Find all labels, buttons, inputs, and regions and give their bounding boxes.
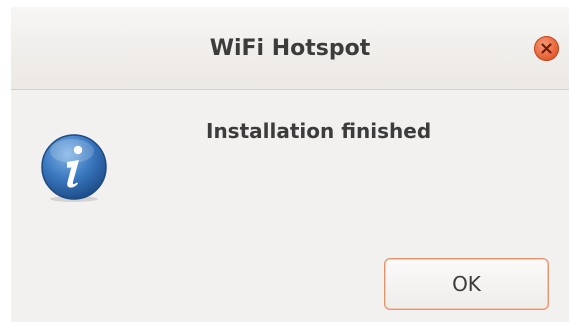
dialog-window: WiFi Hotspot Installation finished OK: [11, 7, 569, 322]
window-title: WiFi Hotspot: [209, 36, 371, 61]
info-icon: [41, 134, 107, 202]
ok-button[interactable]: OK: [384, 258, 549, 310]
title-bar[interactable]: WiFi Hotspot: [11, 7, 569, 90]
close-button[interactable]: [534, 36, 559, 61]
close-icon: [541, 43, 552, 54]
dialog-message: Installation finished: [206, 119, 432, 143]
